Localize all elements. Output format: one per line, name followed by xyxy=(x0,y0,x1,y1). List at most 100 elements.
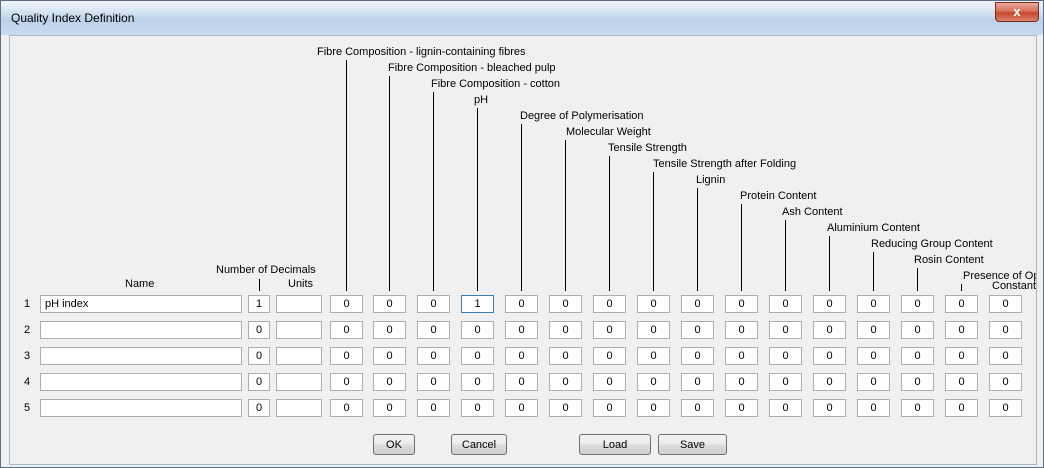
coefficient-field[interactable] xyxy=(681,347,714,365)
units-field[interactable] xyxy=(276,295,322,313)
units-field[interactable] xyxy=(276,347,322,365)
coefficient-field[interactable] xyxy=(549,399,582,417)
coefficient-field[interactable] xyxy=(593,347,626,365)
coefficient-field[interactable] xyxy=(945,321,978,339)
name-field[interactable] xyxy=(40,399,242,417)
coefficient-field[interactable] xyxy=(901,321,934,339)
coefficient-field[interactable] xyxy=(549,321,582,339)
name-field[interactable] xyxy=(40,347,242,365)
coefficient-field[interactable] xyxy=(593,295,626,313)
decimals-field[interactable] xyxy=(248,347,270,365)
coefficient-field[interactable] xyxy=(549,295,582,313)
coefficient-field[interactable] xyxy=(330,321,363,339)
coefficient-field[interactable] xyxy=(593,321,626,339)
coefficient-field[interactable] xyxy=(417,399,450,417)
coefficient-field[interactable] xyxy=(725,321,758,339)
coefficient-field[interactable] xyxy=(637,399,670,417)
coefficient-field[interactable] xyxy=(549,347,582,365)
coefficient-field[interactable] xyxy=(989,295,1022,313)
coefficient-field[interactable] xyxy=(461,373,494,391)
coefficient-field[interactable] xyxy=(637,295,670,313)
coefficient-field[interactable] xyxy=(593,373,626,391)
name-field[interactable] xyxy=(40,295,242,313)
coefficient-field[interactable] xyxy=(857,295,890,313)
coefficient-field[interactable] xyxy=(505,373,538,391)
ok-button[interactable]: OK xyxy=(373,434,415,455)
units-field[interactable] xyxy=(276,321,322,339)
coefficient-field[interactable] xyxy=(505,295,538,313)
coefficient-field[interactable] xyxy=(725,295,758,313)
coefficient-field[interactable] xyxy=(505,347,538,365)
decimals-field[interactable] xyxy=(248,399,270,417)
coefficient-field[interactable] xyxy=(637,373,670,391)
coefficient-field[interactable] xyxy=(857,321,890,339)
coefficient-field[interactable] xyxy=(330,347,363,365)
coefficient-field[interactable] xyxy=(901,347,934,365)
coefficient-field[interactable] xyxy=(725,373,758,391)
coefficient-field[interactable] xyxy=(725,347,758,365)
coefficient-field[interactable] xyxy=(769,399,802,417)
decimals-field[interactable] xyxy=(248,321,270,339)
decimals-field[interactable] xyxy=(248,373,270,391)
coefficient-field[interactable] xyxy=(461,321,494,339)
coefficient-field[interactable] xyxy=(681,399,714,417)
coefficient-field[interactable] xyxy=(989,321,1022,339)
units-field[interactable] xyxy=(276,373,322,391)
coefficient-field[interactable] xyxy=(769,321,802,339)
coefficient-field[interactable] xyxy=(549,373,582,391)
coefficient-field[interactable] xyxy=(373,347,406,365)
coefficient-field[interactable] xyxy=(373,399,406,417)
coefficient-field[interactable] xyxy=(330,373,363,391)
coefficient-field[interactable] xyxy=(813,399,846,417)
coefficient-field[interactable] xyxy=(681,373,714,391)
close-button[interactable]: x xyxy=(995,2,1039,22)
coefficient-field[interactable] xyxy=(989,373,1022,391)
coefficient-field[interactable] xyxy=(857,347,890,365)
coefficient-field[interactable] xyxy=(461,295,494,313)
coefficient-field[interactable] xyxy=(461,399,494,417)
coefficient-field[interactable] xyxy=(637,347,670,365)
coefficient-field[interactable] xyxy=(373,321,406,339)
coefficient-field[interactable] xyxy=(901,373,934,391)
coefficient-field[interactable] xyxy=(945,399,978,417)
coefficient-field[interactable] xyxy=(373,373,406,391)
coefficient-field[interactable] xyxy=(945,373,978,391)
coefficient-field[interactable] xyxy=(725,399,758,417)
coefficient-field[interactable] xyxy=(461,347,494,365)
coefficient-field[interactable] xyxy=(505,399,538,417)
cancel-button[interactable]: Cancel xyxy=(451,434,507,455)
coefficient-field[interactable] xyxy=(945,295,978,313)
coefficient-field[interactable] xyxy=(373,295,406,313)
coefficient-field[interactable] xyxy=(769,373,802,391)
decimals-field[interactable] xyxy=(248,295,270,313)
coefficient-field[interactable] xyxy=(417,347,450,365)
coefficient-field[interactable] xyxy=(330,295,363,313)
coefficient-field[interactable] xyxy=(813,373,846,391)
coefficient-field[interactable] xyxy=(593,399,626,417)
coefficient-field[interactable] xyxy=(637,321,670,339)
coefficient-field[interactable] xyxy=(681,321,714,339)
name-field[interactable] xyxy=(40,373,242,391)
coefficient-field[interactable] xyxy=(857,373,890,391)
coefficient-field[interactable] xyxy=(417,373,450,391)
coefficient-field[interactable] xyxy=(330,399,363,417)
coefficient-field[interactable] xyxy=(857,399,890,417)
load-button[interactable]: Load xyxy=(579,434,651,455)
coefficient-field[interactable] xyxy=(989,347,1022,365)
name-field[interactable] xyxy=(40,321,242,339)
coefficient-field[interactable] xyxy=(813,321,846,339)
coefficient-field[interactable] xyxy=(417,295,450,313)
coefficient-field[interactable] xyxy=(769,295,802,313)
save-button[interactable]: Save xyxy=(658,434,727,455)
coefficient-field[interactable] xyxy=(681,295,714,313)
coefficient-field[interactable] xyxy=(813,347,846,365)
coefficient-field[interactable] xyxy=(417,321,450,339)
coefficient-field[interactable] xyxy=(813,295,846,313)
coefficient-field[interactable] xyxy=(901,295,934,313)
coefficient-field[interactable] xyxy=(505,321,538,339)
coefficient-field[interactable] xyxy=(945,347,978,365)
coefficient-field[interactable] xyxy=(769,347,802,365)
coefficient-field[interactable] xyxy=(901,399,934,417)
coefficient-field[interactable] xyxy=(989,399,1022,417)
units-field[interactable] xyxy=(276,399,322,417)
